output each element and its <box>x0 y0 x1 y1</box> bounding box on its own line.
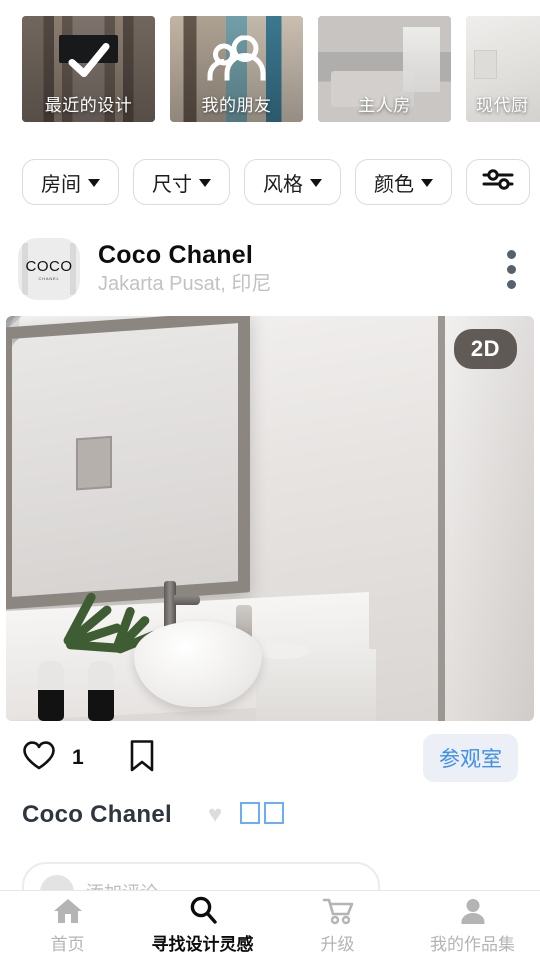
heart-outline-icon <box>22 740 56 776</box>
tofu-glyph <box>264 801 285 824</box>
nav-item-portfolio[interactable]: 我的作品集 <box>405 897 540 955</box>
category-label: 现代厨 <box>476 96 529 115</box>
kebab-dot <box>507 279 516 289</box>
bottom-navigation: 首页 寻找设计灵感 升级 我的作品集 <box>0 890 540 960</box>
chevron-down-icon <box>199 179 211 187</box>
wall-niche <box>76 435 112 491</box>
author-name: Coco Chanel <box>98 240 253 269</box>
glass-partition <box>438 316 534 721</box>
chevron-down-icon <box>310 179 322 187</box>
avatar[interactable]: COCO CHANEL <box>18 238 80 300</box>
chevron-down-icon <box>421 179 433 187</box>
nav-item-home[interactable]: 首页 <box>0 897 135 955</box>
category-label: 最近的设计 <box>44 96 133 115</box>
nav-label: 升级 <box>320 934 355 954</box>
category-label: 我的朋友 <box>201 96 272 115</box>
caption-text: Coco Chanel <box>22 801 172 828</box>
kebab-dot <box>507 249 516 259</box>
search-icon <box>188 896 218 925</box>
like-count: 1 <box>72 746 84 769</box>
app-screen: 最近的设计 我的朋友 主人房 现代厨 房间 尺寸 风格 颜色 COCO CHAN… <box>0 0 540 960</box>
nav-label: 首页 <box>50 934 85 954</box>
category-card-recent[interactable]: 最近的设计 <box>22 16 155 122</box>
bookmark-button[interactable] <box>128 739 156 778</box>
mirror <box>6 316 250 610</box>
tofu-glyph <box>240 801 261 824</box>
category-card-master-bedroom[interactable]: 主人房 <box>318 16 451 122</box>
category-label: 主人房 <box>358 96 411 115</box>
filter-chip-style[interactable]: 风格 <box>244 159 341 205</box>
vanity-cabinet <box>256 649 376 721</box>
filter-tune-button[interactable] <box>466 159 530 205</box>
person-icon <box>459 897 487 925</box>
filter-chip-label: 风格 <box>263 173 303 196</box>
check-icon <box>66 40 112 85</box>
filter-chip-label: 房间 <box>41 173 81 196</box>
filter-chip-color[interactable]: 颜色 <box>355 159 452 205</box>
sliders-icon <box>481 166 515 198</box>
post-caption: Coco Chanel ♥ <box>0 787 540 835</box>
category-card-friends[interactable]: 我的朋友 <box>170 16 303 122</box>
nav-label: 我的作品集 <box>430 934 515 954</box>
view-mode-badge[interactable]: 2D <box>453 329 517 369</box>
kebab-menu-icon[interactable] <box>495 244 522 295</box>
filter-bar: 房间 尺寸 风格 颜色 <box>0 140 540 226</box>
post-actions: 1 参观室 <box>0 721 540 787</box>
filter-chip-size[interactable]: 尺寸 <box>133 159 230 205</box>
cart-icon <box>321 897 355 925</box>
author-location: Jakarta Pusat, 印尼 <box>98 273 272 296</box>
like-button[interactable]: 1 <box>22 740 84 776</box>
nav-label: 寻找设计灵感 <box>151 934 254 954</box>
nav-item-upgrade[interactable]: 升级 <box>270 897 405 955</box>
post-image[interactable]: 2D <box>6 316 534 721</box>
filter-chip-label: 尺寸 <box>152 173 192 196</box>
avatar-text: COCO <box>25 257 73 275</box>
caption-tofu-glyphs <box>236 801 285 829</box>
bookmark-outline-icon <box>128 739 156 778</box>
filter-chip-label: 颜色 <box>374 173 414 196</box>
post-image-wrap: 2D <box>0 316 540 721</box>
post-header: COCO CHANEL Coco Chanel Jakarta Pusat, 印… <box>0 226 540 316</box>
bottle-left <box>38 661 64 721</box>
category-card-modern-kitchen[interactable]: 现代厨 <box>466 16 540 122</box>
visit-room-button[interactable]: 参观室 <box>423 734 518 782</box>
avatar-subtext: CHANEL <box>38 275 60 281</box>
kebab-dot <box>507 264 516 274</box>
chevron-down-icon <box>88 179 100 187</box>
home-icon <box>52 897 84 925</box>
people-group-icon <box>204 34 270 90</box>
nav-item-discover[interactable]: 寻找设计灵感 <box>135 896 270 955</box>
soap-tray <box>254 643 310 659</box>
bottle-right <box>88 661 114 721</box>
category-carousel[interactable]: 最近的设计 我的朋友 主人房 现代厨 <box>0 0 540 140</box>
author-info[interactable]: Coco Chanel Jakarta Pusat, 印尼 <box>98 241 495 298</box>
heart-emoji-icon: ♥ <box>207 801 223 828</box>
filter-chip-room[interactable]: 房间 <box>22 159 119 205</box>
